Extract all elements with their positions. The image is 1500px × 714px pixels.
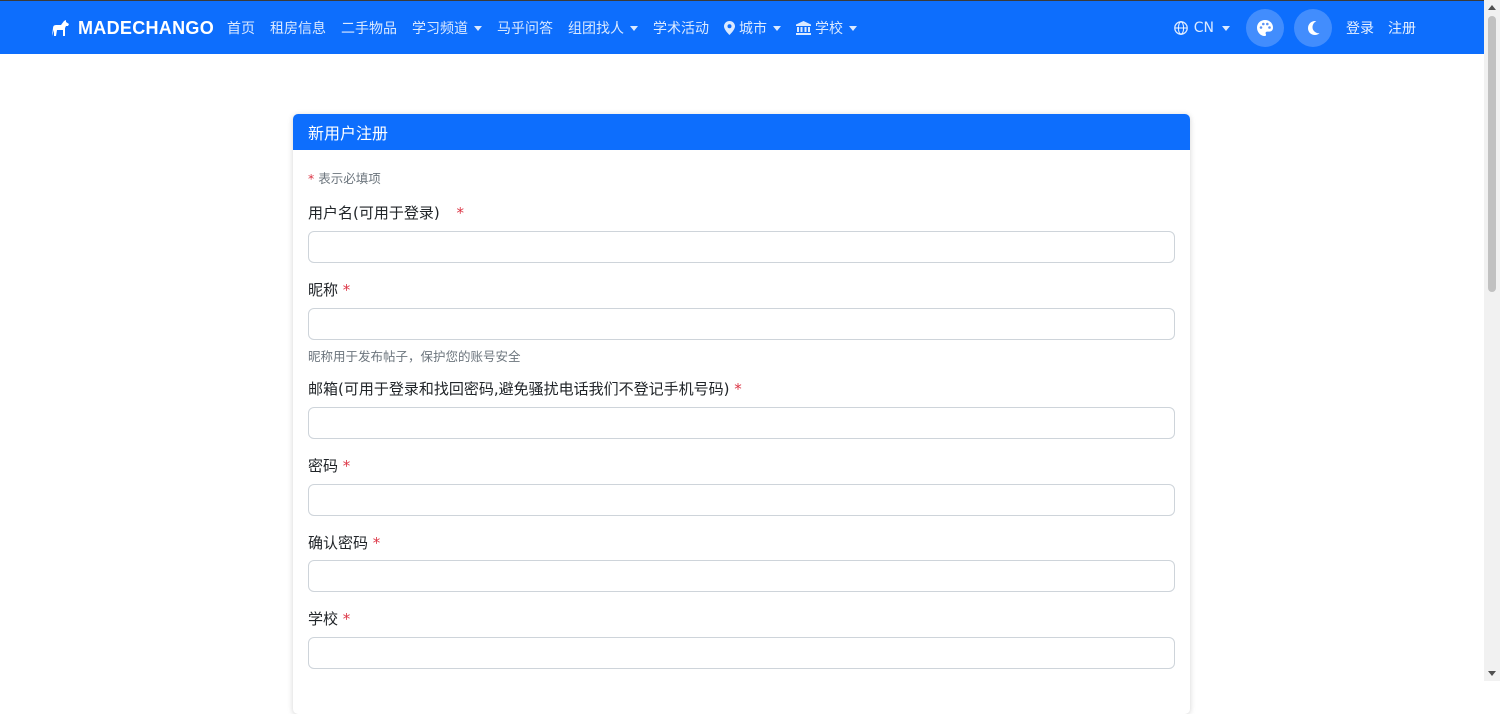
- nav-academic[interactable]: 学术活动: [653, 18, 709, 38]
- nickname-label-text: 昵称: [308, 281, 339, 299]
- nav-groups-label: 组团找人: [568, 21, 624, 37]
- scrollbar-thumb[interactable]: [1488, 16, 1496, 292]
- email-input[interactable]: [308, 407, 1175, 439]
- palette-icon: [1257, 20, 1273, 36]
- username-label: 用户名(可用于登录) *: [308, 202, 464, 223]
- password-label: 密码 *: [308, 455, 350, 476]
- caret-down-icon: [630, 25, 638, 31]
- school-label-text: 学校: [308, 610, 339, 628]
- email-label-text: 邮箱(可用于登录和找回密码,避免骚扰电话我们不登记手机号码): [308, 380, 730, 398]
- school-input[interactable]: [308, 637, 1175, 669]
- school-label: 学校 *: [308, 608, 350, 629]
- scroll-up-arrow-icon[interactable]: [1488, 5, 1496, 10]
- username-label-text: 用户名(可用于登录): [308, 204, 440, 222]
- nav-city-label: 城市: [739, 21, 767, 37]
- nav-school-dropdown[interactable]: 学校: [796, 18, 857, 38]
- register-title: 新用户注册: [308, 124, 389, 143]
- caret-down-icon: [1222, 25, 1230, 31]
- required-star: *: [342, 610, 351, 628]
- nickname-label: 昵称 *: [308, 279, 350, 300]
- map-pin-icon: [724, 21, 735, 35]
- login-link[interactable]: 登录: [1346, 18, 1374, 38]
- register-card-header: 新用户注册: [293, 114, 1190, 150]
- confirm-password-label: 确认密码 *: [308, 532, 380, 553]
- nav-rentals-label: 租房信息: [270, 21, 326, 37]
- password-label-text: 密码: [308, 457, 339, 475]
- required-star: *: [456, 204, 465, 222]
- nav-qa-label: 马乎问答: [497, 21, 553, 37]
- brand-logo[interactable]: MADECHANGO: [50, 1, 214, 55]
- required-star: *: [372, 534, 381, 552]
- scroll-down-arrow-icon[interactable]: [1488, 671, 1496, 676]
- required-star: *: [734, 380, 742, 398]
- nav-city-dropdown[interactable]: 城市: [724, 18, 781, 38]
- username-input[interactable]: [308, 231, 1175, 263]
- password-input[interactable]: [308, 484, 1175, 516]
- caret-down-icon: [773, 25, 781, 31]
- main-nav: 首页 租房信息 二手物品 学习频道 马乎问答 组团找人 学术活动 城市 学校: [227, 1, 872, 55]
- dark-mode-button[interactable]: [1294, 9, 1332, 47]
- nav-study-label: 学习频道: [412, 21, 468, 37]
- caret-down-icon: [474, 25, 482, 31]
- page-scrollbar[interactable]: [1484, 0, 1500, 681]
- globe-icon: [1173, 21, 1188, 35]
- nav-groups-dropdown[interactable]: 组团找人: [568, 18, 638, 38]
- required-star: *: [342, 281, 351, 299]
- language-label: CN: [1193, 20, 1214, 36]
- register-link[interactable]: 注册: [1388, 18, 1416, 38]
- nav-qa[interactable]: 马乎问答: [497, 18, 553, 38]
- top-navbar: MADECHANGO 首页 租房信息 二手物品 学习频道 马乎问答 组团找人 学…: [0, 0, 1484, 54]
- required-note: * 表示必填项: [308, 168, 381, 187]
- required-note-text: 表示必填项: [318, 171, 381, 186]
- required-star: *: [342, 457, 351, 475]
- email-label: 邮箱(可用于登录和找回密码,避免骚扰电话我们不登记手机号码) *: [308, 378, 742, 399]
- language-dropdown[interactable]: CN: [1173, 20, 1230, 36]
- nav-secondhand[interactable]: 二手物品: [341, 18, 397, 38]
- nav-academic-label: 学术活动: [653, 21, 709, 37]
- nav-home[interactable]: 首页: [227, 18, 255, 38]
- required-note-star: *: [308, 171, 315, 186]
- nickname-help-text: 昵称用于发布帖子，保护您的账号安全: [308, 349, 521, 364]
- nickname-input[interactable]: [308, 308, 1175, 340]
- moon-icon: [1308, 21, 1320, 35]
- nav-home-label: 首页: [227, 21, 255, 37]
- confirm-password-input[interactable]: [308, 560, 1175, 592]
- nav-school-label: 学校: [815, 21, 843, 37]
- register-card: 新用户注册 * 表示必填项 用户名(可用于登录) * 昵称 * 昵称用于发布帖子…: [293, 114, 1190, 714]
- confirm-password-label-text: 确认密码: [308, 534, 369, 552]
- university-icon: [796, 21, 811, 35]
- theme-button[interactable]: [1246, 9, 1284, 47]
- nav-right: CN 登录 注册: [1173, 1, 1426, 55]
- brand-name: MADECHANGO: [78, 17, 214, 38]
- caret-down-icon: [849, 25, 857, 31]
- nav-rentals[interactable]: 租房信息: [270, 18, 326, 38]
- nav-secondhand-label: 二手物品: [341, 21, 397, 37]
- nav-study-dropdown[interactable]: 学习频道: [412, 18, 482, 38]
- horse-icon: [52, 20, 69, 36]
